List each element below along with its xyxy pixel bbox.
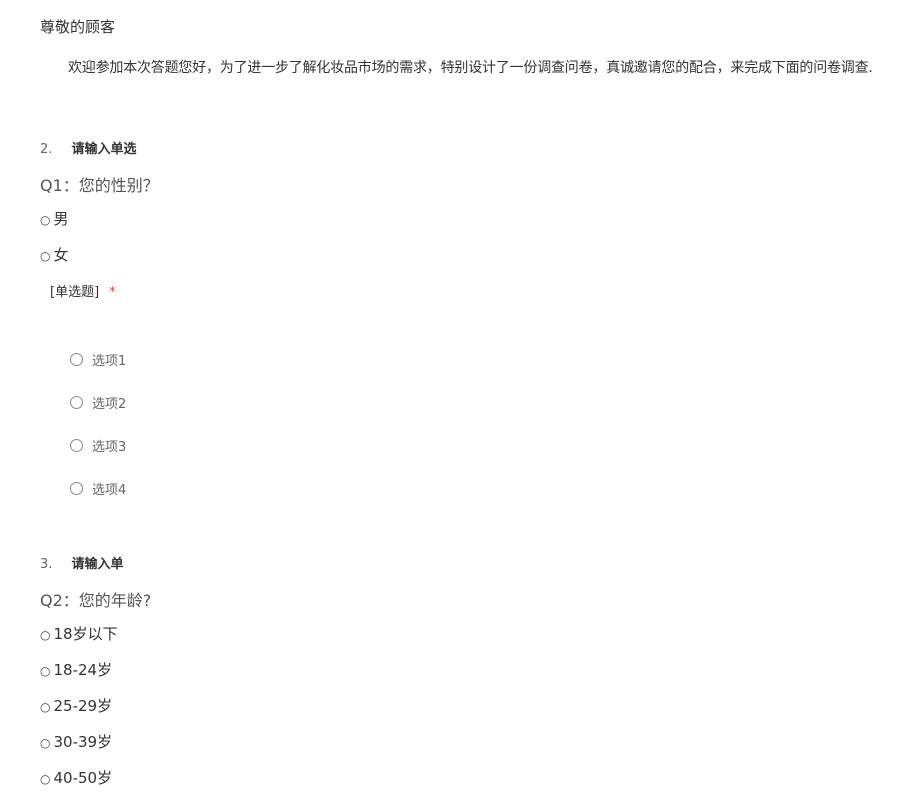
radio-button-icon[interactable] [70, 439, 83, 452]
radio-option-label: 选项4 [92, 483, 127, 498]
circle-bullet-icon: ○ [40, 736, 51, 750]
static-option: ○ 18岁以下 [40, 623, 118, 644]
question-title: 请输入单选 [71, 142, 137, 157]
question-number: 3. [40, 557, 53, 572]
static-option: ○ 30-39岁 [40, 731, 112, 752]
option-label: 25-29岁 [53, 697, 113, 715]
option-label: 40-50岁 [53, 769, 113, 787]
static-option: ○ 25-29岁 [40, 695, 112, 716]
radio-option-label: 选项1 [92, 354, 127, 369]
radio-button-icon[interactable] [70, 482, 83, 495]
circle-bullet-icon: ○ [40, 249, 51, 263]
question-text: Q1：您的性别？ [40, 176, 159, 195]
circle-bullet-icon: ○ [40, 664, 51, 678]
required-marker: * [109, 285, 116, 300]
circle-bullet-icon: ○ [40, 213, 51, 227]
option-label: 18-24岁 [53, 661, 113, 679]
greeting-heading: 尊敬的顾客 [40, 18, 116, 36]
static-option: ○ 40-50岁 [40, 767, 112, 788]
static-option: ○ 女 [40, 244, 69, 265]
circle-bullet-icon: ○ [40, 700, 51, 714]
radio-option-4[interactable]: 选项4 [70, 479, 126, 498]
question-header: 2. 请输入单选 [40, 138, 137, 157]
radio-option-1[interactable]: 选项1 [70, 350, 126, 369]
static-option: ○ 男 [40, 208, 69, 229]
option-label: 女 [53, 246, 69, 264]
option-label: 30-39岁 [53, 733, 113, 751]
radio-option-label: 选项3 [92, 440, 127, 455]
question-text: Q2：您的年龄? [40, 591, 152, 610]
question-type-tag: [单选题] * [50, 281, 116, 300]
radio-button-icon[interactable] [70, 353, 83, 366]
intro-paragraph: 欢迎参加本次答题您好，为了进一步了解化妆品市场的需求，特别设计了一份调查问卷，真… [68, 60, 873, 76]
question-header: 3. 请输入单 [40, 553, 124, 572]
radio-option-label: 选项2 [92, 397, 127, 412]
radio-option-3[interactable]: 选项3 [70, 436, 126, 455]
single-choice-label: [单选题] [50, 285, 100, 300]
static-option: ○ 18-24岁 [40, 659, 112, 680]
radio-option-2[interactable]: 选项2 [70, 393, 126, 412]
radio-button-icon[interactable] [70, 396, 83, 409]
question-number: 2. [40, 142, 53, 157]
circle-bullet-icon: ○ [40, 628, 51, 642]
option-label: 18岁以下 [53, 625, 118, 643]
question-title: 请输入单 [71, 557, 124, 572]
circle-bullet-icon: ○ [40, 772, 51, 786]
option-label: 男 [53, 210, 69, 228]
